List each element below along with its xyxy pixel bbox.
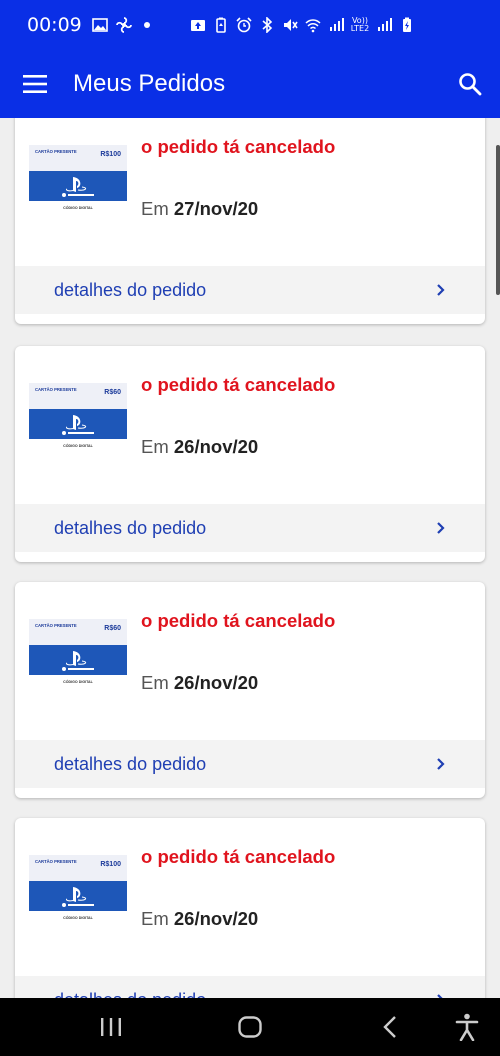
recent-apps-button[interactable] <box>98 1013 124 1041</box>
card-value: R$100 <box>100 861 121 868</box>
order-date: Em 27/nov/20 <box>141 198 258 220</box>
card-footer: CÓDIGO DIGITAL <box>63 205 93 210</box>
upload-icon <box>190 17 206 33</box>
signal-icon <box>376 17 393 33</box>
app-bar: Meus Pedidos <box>0 50 500 118</box>
card-value: R$60 <box>104 389 121 396</box>
search-button[interactable] <box>440 50 500 118</box>
order-status: o pedido tá cancelado <box>141 374 336 395</box>
order-card-body[interactable]: CARTÃO PRESENTE R$60 CÓDIGO DIGITAL o pe… <box>15 346 485 504</box>
order-card-body[interactable]: CARTÃO PRESENTE R$60 CÓDIGO DIGITAL o pe… <box>15 582 485 740</box>
gift-card-thumbnail: CARTÃO PRESENTE R$60 CÓDIGO DIGITAL <box>29 383 127 451</box>
order-details-label: detalhes do pedido <box>54 279 207 300</box>
back-icon[interactable] <box>382 1015 398 1039</box>
order-details-label: detalhes do pedido <box>54 517 207 538</box>
order-details-link[interactable]: detalhes do pedido <box>15 504 485 552</box>
recent-apps-icon[interactable] <box>99 1016 123 1038</box>
signal-icon <box>328 17 344 33</box>
battery-saver-icon <box>213 17 229 33</box>
back-button[interactable] <box>380 1013 400 1041</box>
accessibility-icon[interactable] <box>455 1013 479 1041</box>
scrollbar[interactable] <box>496 145 500 295</box>
bluetooth-icon <box>259 16 275 34</box>
order-card[interactable]: CARTÃO PRESENTE R$100 CÓDIGO DIGITAL o p… <box>15 818 485 998</box>
order-card[interactable]: CARTÃO PRESENTE R$60 CÓDIGO DIGITAL o pe… <box>15 582 485 798</box>
card-label: CARTÃO PRESENTE <box>35 623 77 628</box>
fan-icon <box>115 17 132 33</box>
order-date-prefix: Em <box>141 672 169 693</box>
alarm-icon <box>236 17 252 33</box>
home-button[interactable] <box>236 1013 264 1041</box>
order-status: o pedido tá cancelado <box>141 846 336 867</box>
chevron-right-icon <box>437 284 445 296</box>
order-details-label: detalhes do pedido <box>54 753 207 774</box>
order-details-link[interactable]: detalhes do pedido <box>15 740 485 788</box>
search-icon[interactable] <box>458 72 482 96</box>
order-date-value: 26/nov/20 <box>173 672 259 693</box>
orders-list[interactable]: CARTÃO PRESENTE R$100 CÓDIGO DIGITAL o p… <box>0 118 500 998</box>
order-date: Em 26/nov/20 <box>141 908 258 930</box>
menu-button[interactable] <box>0 50 70 118</box>
order-details-link[interactable]: detalhes do pedido <box>15 266 485 314</box>
battery-charging-icon <box>399 17 415 33</box>
order-card[interactable]: CARTÃO PRESENTE R$100 CÓDIGO DIGITAL o p… <box>15 118 485 324</box>
volte-bottom: LTE2 <box>350 24 370 33</box>
accessibility-button[interactable] <box>454 1013 480 1041</box>
order-card[interactable]: CARTÃO PRESENTE R$60 CÓDIGO DIGITAL o pe… <box>15 346 485 562</box>
card-label: CARTÃO PRESENTE <box>35 149 77 154</box>
chevron-right-icon <box>437 994 443 998</box>
chevron-right-icon <box>437 758 445 770</box>
order-details-link[interactable]: detalhes do pedido <box>15 976 485 998</box>
card-value: R$60 <box>104 625 121 632</box>
card-label: CARTÃO PRESENTE <box>35 387 77 392</box>
dot-icon <box>143 22 150 28</box>
order-date-value: 26/nov/20 <box>173 908 259 929</box>
card-label: CARTÃO PRESENTE <box>35 859 77 864</box>
hamburger-menu-icon[interactable] <box>22 74 48 94</box>
order-date-prefix: Em <box>141 436 169 457</box>
page-title: Meus Pedidos <box>73 70 226 97</box>
order-date-value: 26/nov/20 <box>173 436 259 457</box>
status-time: 00:09 <box>27 14 82 36</box>
card-value: R$100 <box>100 151 121 158</box>
order-date-prefix: Em <box>141 198 169 219</box>
gift-card-thumbnail: CARTÃO PRESENTE R$100 CÓDIGO DIGITAL <box>29 145 127 213</box>
system-nav-bar <box>0 998 500 1056</box>
order-date-value: 27/nov/20 <box>173 198 259 219</box>
order-date-prefix: Em <box>141 908 169 929</box>
order-status: o pedido tá cancelado <box>141 136 336 157</box>
chevron-right-icon <box>437 522 445 534</box>
volte-indicator: Vo)) LTE2 <box>351 17 369 33</box>
card-footer: CÓDIGO DIGITAL <box>63 915 93 920</box>
order-details-label: detalhes do pedido <box>54 990 206 999</box>
order-card-body[interactable]: CARTÃO PRESENTE R$100 CÓDIGO DIGITAL o p… <box>15 118 485 266</box>
gift-card-thumbnail: CARTÃO PRESENTE R$60 CÓDIGO DIGITAL <box>29 619 127 687</box>
card-footer: CÓDIGO DIGITAL <box>63 443 93 448</box>
gift-card-thumbnail: CARTÃO PRESENTE R$100 CÓDIGO DIGITAL <box>29 855 127 923</box>
order-card-body[interactable]: CARTÃO PRESENTE R$100 CÓDIGO DIGITAL o p… <box>15 818 485 976</box>
wifi-icon <box>305 17 321 33</box>
status-bar: 00:09 Vo)) LTE2 <box>0 0 500 50</box>
home-icon[interactable] <box>237 1015 263 1039</box>
order-date: Em 26/nov/20 <box>141 436 258 458</box>
order-date: Em 26/nov/20 <box>141 672 258 694</box>
order-status: o pedido tá cancelado <box>141 610 336 631</box>
mute-icon <box>282 17 298 33</box>
card-footer: CÓDIGO DIGITAL <box>63 679 93 684</box>
image-icon <box>91 17 108 33</box>
